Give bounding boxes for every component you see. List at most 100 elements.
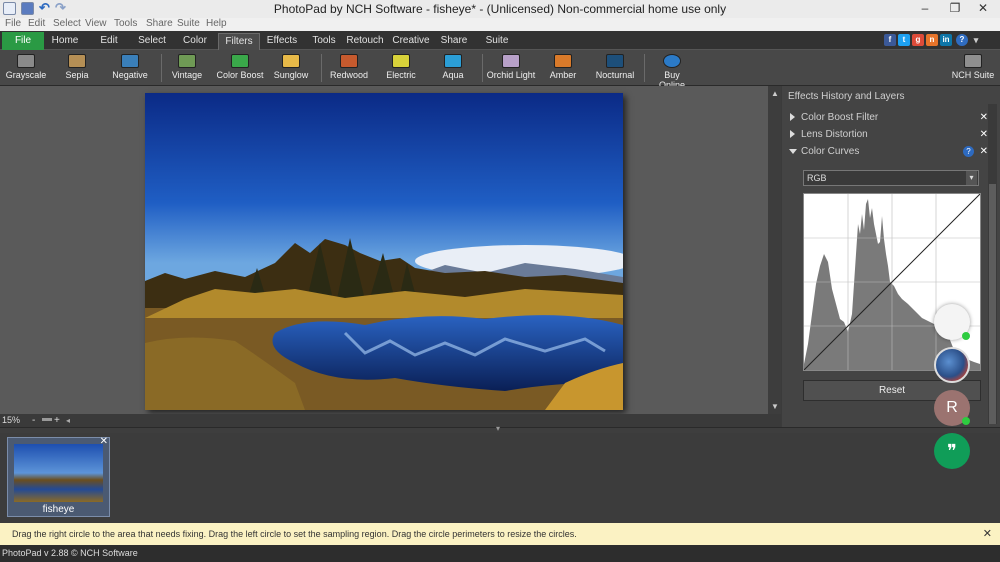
layer-label: Lens Distortion (801, 129, 868, 140)
menu-select[interactable]: Select (53, 18, 81, 30)
menu-view[interactable]: View (85, 18, 107, 30)
panel-scroll-thumb[interactable] (989, 184, 996, 424)
tab-creative[interactable]: Creative (392, 33, 430, 50)
close-thumbnail-icon[interactable]: ✕ (100, 436, 108, 447)
chat-icon[interactable]: ❞ (934, 433, 970, 469)
curves-graph[interactable] (803, 193, 981, 371)
help-icon[interactable]: ? (963, 146, 974, 157)
photopad-window: ↶ ↷ PhotoPad by NCH Software - fisheye* … (0, 0, 1000, 562)
sepia-button[interactable]: Sepia (58, 52, 96, 84)
tab-suite[interactable]: Suite (480, 33, 514, 50)
collapse-icon[interactable]: ▾ (496, 424, 500, 433)
thumbnail-strip (0, 433, 1000, 520)
sunglow-button[interactable]: Sunglow (270, 52, 312, 84)
tab-file[interactable]: File (2, 32, 44, 50)
negative-button[interactable]: Negative (108, 52, 152, 84)
delete-layer-icon[interactable]: ✕ (980, 144, 988, 159)
aqua-icon (444, 54, 462, 68)
zoom-out-button[interactable]: - (32, 414, 35, 427)
tab-effects[interactable]: Effects (264, 33, 300, 50)
electric-icon (392, 54, 410, 68)
tab-share[interactable]: Share (436, 33, 472, 50)
layer-item[interactable]: Color Curves ? ✕ (789, 144, 990, 159)
grayscale-button[interactable]: Grayscale (4, 52, 48, 84)
app-circle-icon[interactable] (934, 347, 970, 383)
window-title: PhotoPad by NCH Software - fisheye* - (U… (273, 2, 727, 16)
linkedin-icon[interactable]: in (940, 34, 952, 46)
electric-button[interactable]: Electric (380, 52, 422, 84)
menu-share[interactable]: Share (146, 18, 173, 30)
menu-tools[interactable]: Tools (114, 18, 137, 30)
nocturnal-button[interactable]: Nocturnal (592, 52, 638, 84)
layer-item[interactable]: Lens Distortion ✕ (790, 127, 990, 142)
color-boost-icon (231, 54, 249, 68)
vintage-button[interactable]: Vintage (166, 52, 208, 84)
tab-home[interactable]: Home (48, 33, 82, 50)
histogram (803, 193, 981, 371)
collapse-arrow-icon[interactable] (789, 149, 797, 154)
help-icon[interactable]: ? (956, 34, 968, 46)
sampling-circle[interactable] (934, 304, 970, 340)
scroll-left-icon[interactable]: ◂ (66, 414, 70, 427)
delete-layer-icon[interactable]: ✕ (980, 110, 988, 125)
photo-canvas[interactable] (145, 93, 623, 410)
landscape-image (145, 93, 623, 410)
layer-label: Color Curves (801, 146, 860, 157)
hint-bar: Drag the right circle to the area that n… (0, 523, 1000, 545)
tab-edit[interactable]: Edit (92, 33, 126, 50)
redwood-icon (340, 54, 358, 68)
globe-icon (663, 54, 681, 68)
menu-suite[interactable]: Suite (177, 18, 200, 30)
toolbar-divider (644, 54, 645, 82)
title-bar: ↶ ↷ PhotoPad by NCH Software - fisheye* … (0, 0, 1000, 18)
buy-online-button[interactable]: Buy Online (650, 52, 694, 90)
orchid-light-button[interactable]: Orchid Light (486, 52, 536, 84)
tab-select[interactable]: Select (134, 33, 170, 50)
zoom-in-button[interactable]: + (54, 414, 60, 427)
filters-toolbar: Grayscale Sepia Negative Vintage Color B… (0, 50, 1000, 90)
hint-text: Drag the right circle to the area that n… (12, 529, 577, 539)
vertical-scrollbar[interactable]: ▲ ▼ (768, 86, 781, 414)
tab-filters[interactable]: Filters (218, 33, 260, 50)
nch-suite-button[interactable]: NCH Suite (950, 52, 996, 84)
panel-scrollbar[interactable] (988, 104, 997, 424)
facebook-icon[interactable]: f (884, 34, 896, 46)
online-dot (962, 417, 970, 425)
grayscale-icon (17, 54, 35, 68)
expand-arrow-icon[interactable] (790, 113, 795, 121)
tab-color[interactable]: Color (178, 33, 212, 50)
chevron-down-icon[interactable]: ▾ (966, 171, 977, 185)
panel-title: Effects History and Layers (788, 91, 905, 102)
expand-arrow-icon[interactable] (790, 130, 795, 138)
menu-help[interactable]: Help (206, 18, 227, 30)
close-button[interactable]: ✕ (966, 0, 1000, 18)
layer-item[interactable]: Color Boost Filter ✕ (790, 110, 990, 125)
nch-icon[interactable]: n (926, 34, 938, 46)
thumbnail-item[interactable]: ✕ fisheye (7, 436, 110, 517)
tab-retouch[interactable]: Retouch (344, 33, 386, 50)
horizontal-scrollbar[interactable]: 15% - + ◂ (0, 414, 781, 427)
twitter-icon[interactable]: t (898, 34, 910, 46)
zoom-slider[interactable] (42, 418, 52, 421)
channel-select[interactable]: RGB ▾ (803, 170, 979, 186)
redwood-button[interactable]: Redwood (326, 52, 372, 84)
color-boost-button[interactable]: Color Boost (214, 52, 266, 84)
google-plus-icon[interactable]: g (912, 34, 924, 46)
aqua-button[interactable]: Aqua (434, 52, 472, 84)
close-hint-icon[interactable]: ✕ (983, 523, 992, 545)
negative-icon (121, 54, 139, 68)
tab-tools[interactable]: Tools (308, 33, 340, 50)
thumbnail-image (14, 444, 103, 502)
delete-layer-icon[interactable]: ✕ (980, 127, 988, 142)
nch-suite-icon (964, 54, 982, 68)
amber-button[interactable]: Amber (544, 52, 582, 84)
ribbon-tab-bar: File Home Edit Select Color Filters Effe… (0, 31, 1000, 50)
scroll-up-icon[interactable]: ▲ (771, 89, 779, 98)
sepia-icon (68, 54, 86, 68)
help-dropdown-icon[interactable]: ▾ (970, 34, 982, 46)
minimize-button[interactable]: ‒ (908, 0, 942, 18)
scroll-down-icon[interactable]: ▼ (771, 402, 779, 411)
channel-value: RGB (807, 173, 827, 183)
menu-file[interactable]: File (5, 18, 21, 30)
menu-edit[interactable]: Edit (28, 18, 45, 30)
